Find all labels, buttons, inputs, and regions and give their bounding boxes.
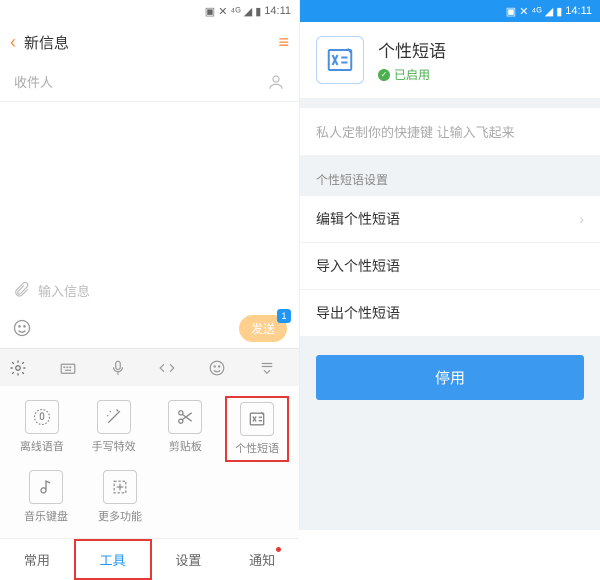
status-time: 14:11 bbox=[565, 5, 592, 17]
emoji-row: 发送 1 bbox=[0, 308, 299, 348]
phrase-icon bbox=[240, 402, 274, 436]
back-icon[interactable]: ‹ bbox=[10, 32, 16, 53]
emoji-icon[interactable] bbox=[12, 318, 32, 338]
music-icon bbox=[29, 470, 63, 504]
tool-custom-phrases[interactable]: 个性短语 bbox=[225, 396, 289, 462]
notification-dot bbox=[276, 547, 281, 552]
message-input[interactable]: 输入信息 bbox=[38, 281, 287, 300]
keyboard-toolbar bbox=[0, 348, 299, 386]
tool-label: 离线语音 bbox=[20, 438, 64, 454]
wand-icon bbox=[97, 400, 131, 434]
attachment-icon[interactable] bbox=[12, 281, 30, 299]
tool-music-keyboard[interactable]: 音乐键盘 bbox=[14, 466, 78, 528]
tool-label: 音乐键盘 bbox=[24, 508, 68, 524]
promo-text: 私人定制你的快捷键 让输入飞起来 bbox=[300, 108, 600, 155]
send-badge: 1 bbox=[277, 309, 291, 323]
tool-offline-voice[interactable]: 离线语音 bbox=[10, 396, 74, 462]
message-input-row: 输入信息 bbox=[0, 272, 299, 308]
feature-title: 个性短语 bbox=[378, 37, 446, 62]
status-icons: ▣ ✕ ⁴ᴳ ◢ ▮ bbox=[205, 5, 262, 18]
disable-label: 停用 bbox=[435, 370, 465, 387]
setting-export-phrases[interactable]: 导出个性短语 bbox=[300, 290, 600, 337]
tab-common[interactable]: 常用 bbox=[0, 539, 74, 580]
disable-button[interactable]: 停用 bbox=[316, 355, 584, 400]
scissors-icon bbox=[168, 400, 202, 434]
bottom-tabs: 常用 工具 设置 通知 bbox=[0, 538, 299, 580]
tab-tools[interactable]: 工具 bbox=[74, 539, 152, 580]
tool-grid: 离线语音 手写特效 剪贴板 个性短语 音乐键盘 更多功能 bbox=[0, 386, 299, 538]
tool-handwriting[interactable]: 手写特效 bbox=[82, 396, 146, 462]
tab-settings[interactable]: 设置 bbox=[152, 539, 226, 580]
tool-more[interactable]: 更多功能 bbox=[88, 466, 152, 528]
voice-dotted-icon bbox=[25, 400, 59, 434]
setting-edit-phrases[interactable]: 编辑个性短语 › bbox=[300, 196, 600, 243]
section-label: 个性短语设置 bbox=[300, 155, 600, 196]
code-icon[interactable] bbox=[158, 359, 190, 377]
status-bar: ▣ ✕ ⁴ᴳ ◢ ▮ 14:11 bbox=[0, 0, 299, 22]
tool-label: 手写特效 bbox=[92, 438, 136, 454]
recipient-label: 收件人 bbox=[14, 72, 53, 91]
tab-notifications[interactable]: 通知 bbox=[225, 539, 299, 580]
tool-label: 更多功能 bbox=[98, 508, 142, 524]
setting-import-phrases[interactable]: 导入个性短语 bbox=[300, 243, 600, 290]
chevron-right-icon: › bbox=[579, 211, 584, 227]
feature-status: 已启用 bbox=[378, 66, 446, 83]
smile-icon[interactable] bbox=[208, 359, 240, 377]
tool-label: 剪贴板 bbox=[169, 438, 202, 454]
status-icons: ▣ ✕ ⁴ᴳ ◢ ▮ bbox=[506, 5, 563, 18]
status-time: 14:11 bbox=[264, 5, 291, 17]
screen-settings: ▣ ✕ ⁴ᴳ ◢ ▮ 14:11 个性短语 已启用 私人定制你的快捷键 让输入飞… bbox=[300, 0, 600, 530]
collapse-icon[interactable] bbox=[258, 359, 290, 377]
setting-label: 编辑个性短语 bbox=[316, 209, 400, 229]
setting-label: 导出个性短语 bbox=[316, 303, 400, 323]
more-icon bbox=[103, 470, 137, 504]
send-button[interactable]: 发送 1 bbox=[239, 315, 287, 342]
screen-messaging: ▣ ✕ ⁴ᴳ ◢ ▮ 14:11 ‹ 新信息 ≡ 收件人 输入信息 发送 1 bbox=[0, 0, 300, 530]
recipient-row[interactable]: 收件人 bbox=[0, 62, 299, 102]
compose-area[interactable] bbox=[0, 102, 299, 272]
send-label: 发送 bbox=[251, 322, 275, 336]
page-title: 新信息 bbox=[24, 32, 69, 53]
tool-label: 个性短语 bbox=[235, 440, 279, 456]
compose-header: ‹ 新信息 ≡ bbox=[0, 22, 299, 62]
feature-header: 个性短语 已启用 bbox=[300, 22, 600, 98]
phrase-feature-icon bbox=[316, 36, 364, 84]
status-bar: ▣ ✕ ⁴ᴳ ◢ ▮ 14:11 bbox=[300, 0, 600, 22]
mic-icon[interactable] bbox=[109, 359, 141, 377]
menu-icon[interactable]: ≡ bbox=[278, 32, 289, 53]
gear-icon[interactable] bbox=[9, 359, 41, 377]
keyboard-icon[interactable] bbox=[59, 359, 91, 377]
tool-clipboard[interactable]: 剪贴板 bbox=[153, 396, 217, 462]
contacts-icon[interactable] bbox=[267, 73, 285, 91]
setting-label: 导入个性短语 bbox=[316, 256, 400, 276]
